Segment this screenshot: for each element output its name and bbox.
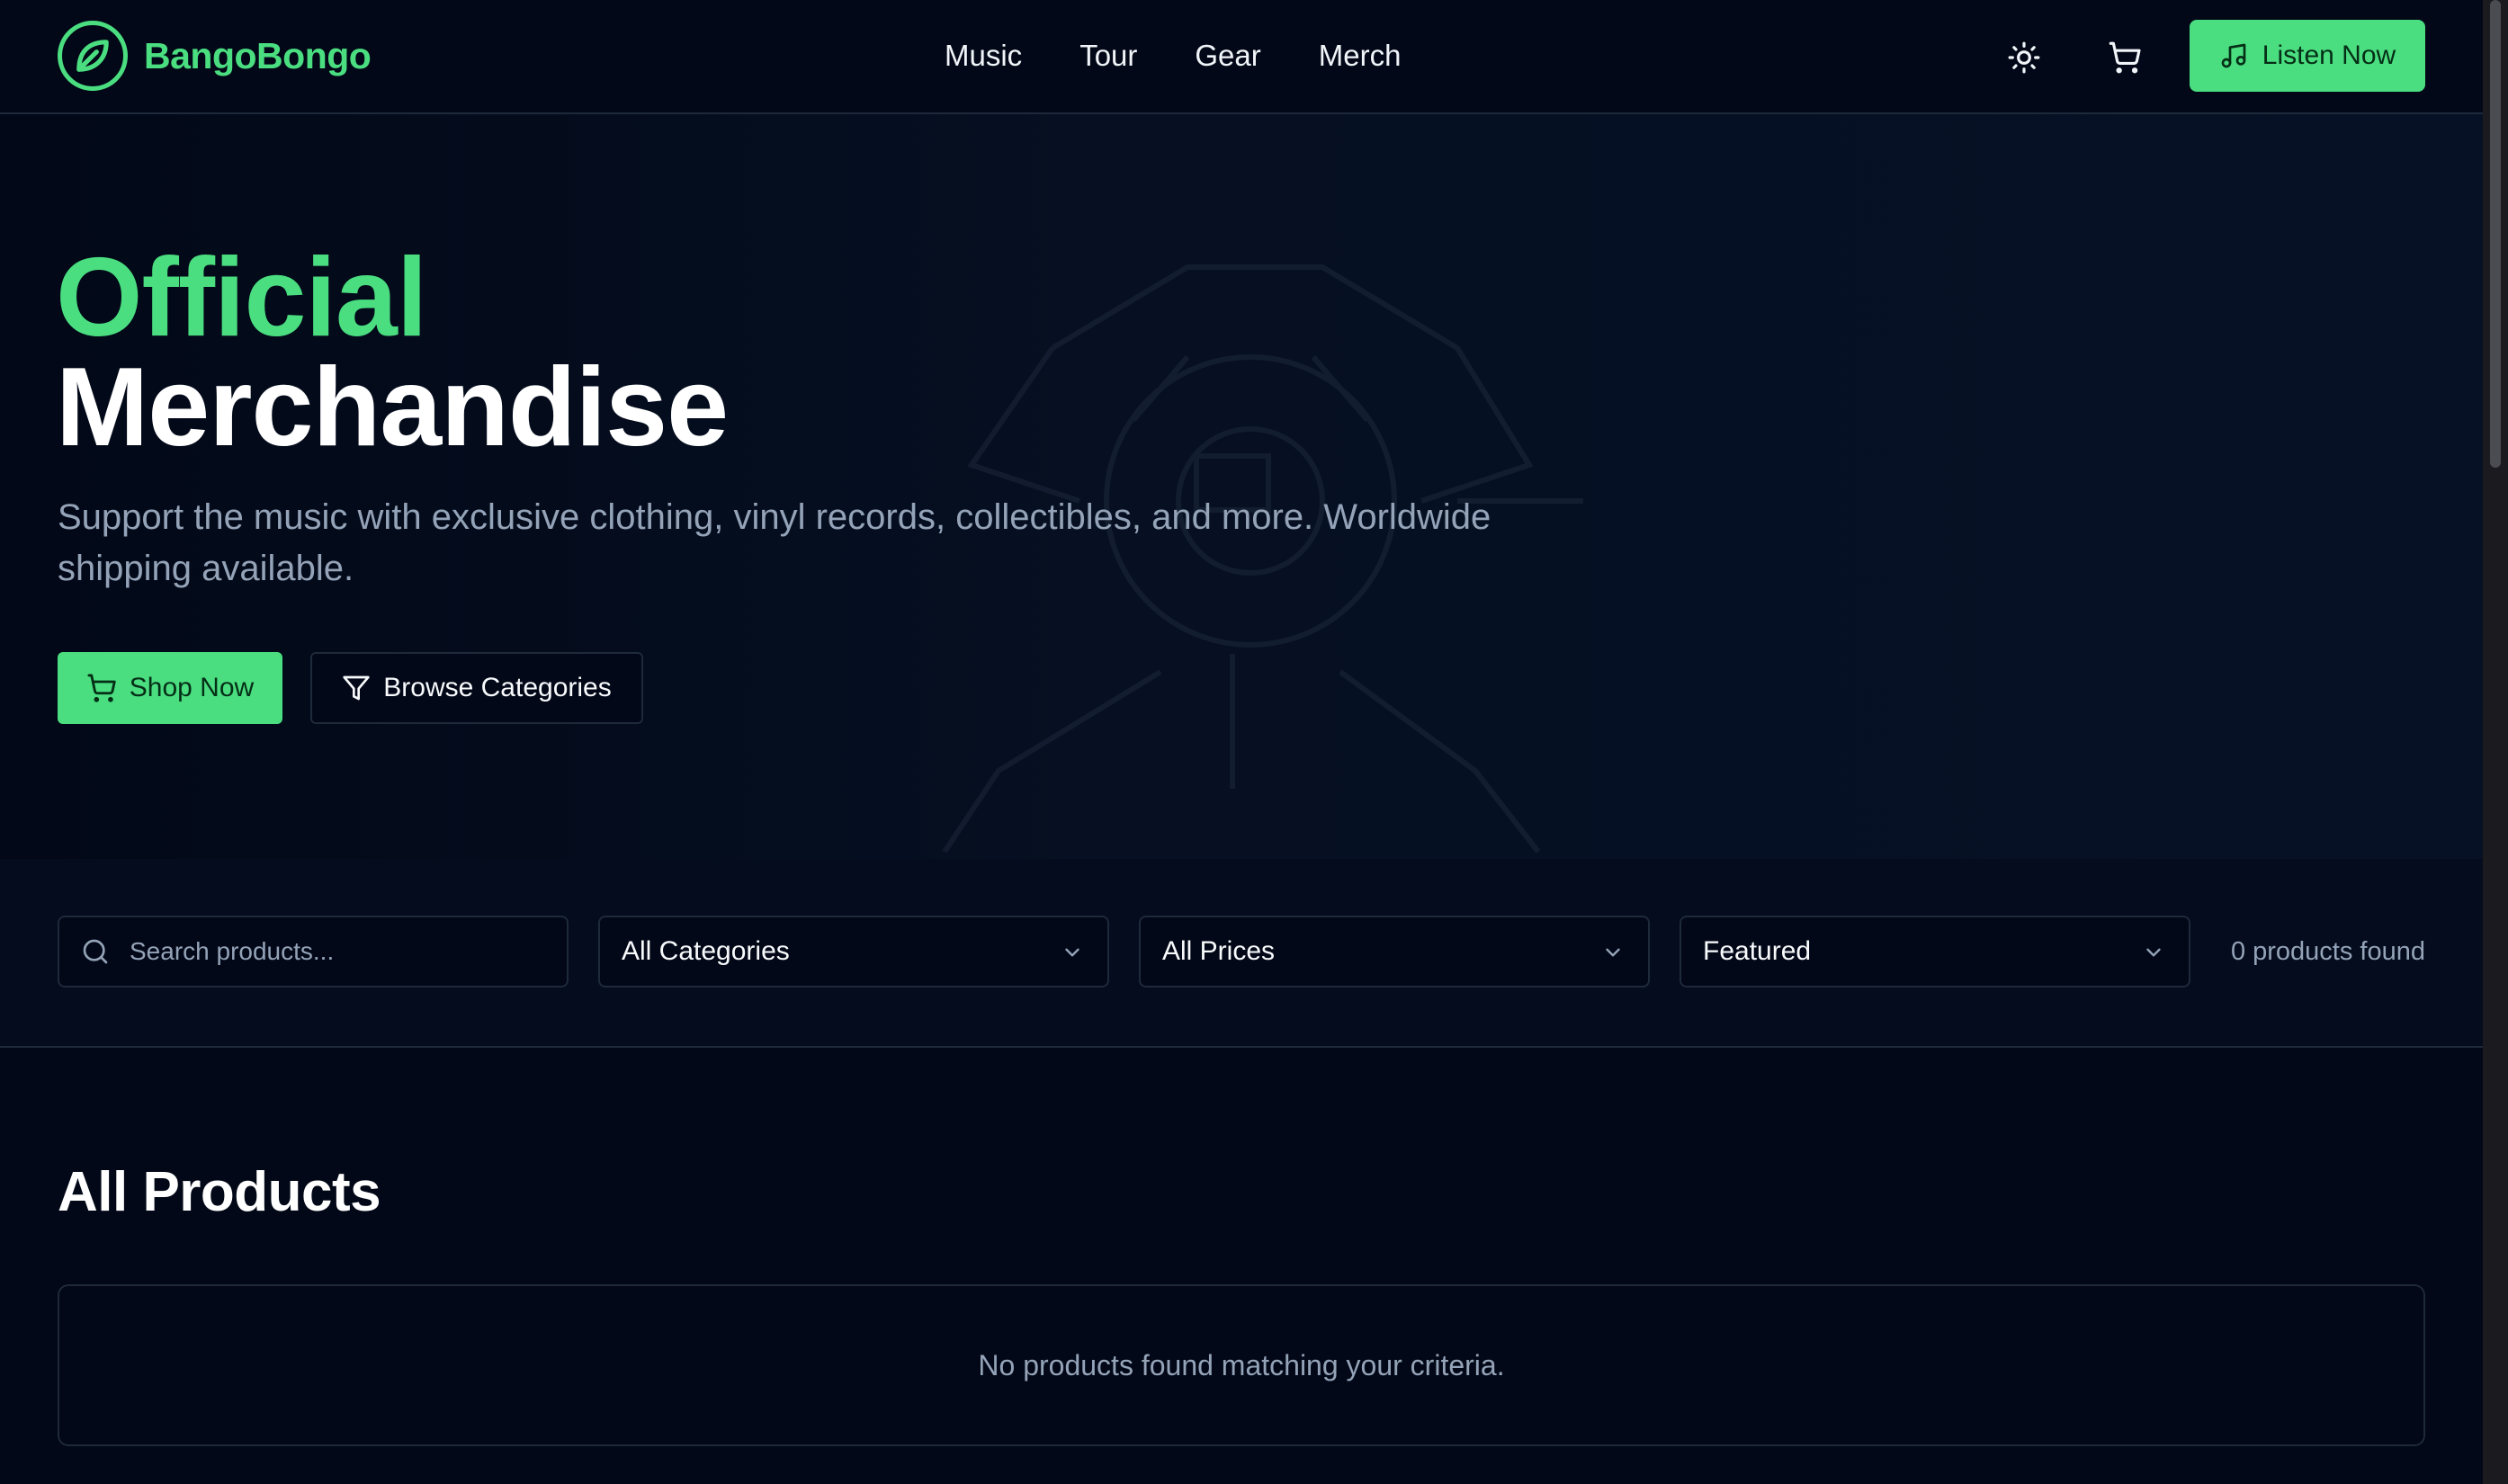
- theme-toggle-button[interactable]: [1995, 29, 2053, 86]
- shop-now-button[interactable]: Shop Now: [58, 652, 282, 724]
- page-scrollbar[interactable]: [2483, 0, 2508, 1484]
- hero-title: Official Merchandise: [56, 236, 729, 469]
- main-nav: Music Tour Gear Merch: [945, 0, 1458, 112]
- category-select[interactable]: All Categories: [598, 916, 1109, 988]
- music-note-icon: [2221, 43, 2246, 68]
- sort-select[interactable]: Featured: [1679, 916, 2190, 988]
- empty-state-card: No products found matching your criteria…: [58, 1284, 2425, 1446]
- brand-link[interactable]: BangoBongo: [58, 21, 372, 91]
- scrollbar-thumb[interactable]: [2490, 0, 2501, 468]
- nav-link-music[interactable]: Music: [945, 39, 1022, 73]
- nav-link-merch[interactable]: Merch: [1319, 39, 1402, 73]
- merch-page: BangoBongo Music Tour Gear Merch Listen …: [0, 0, 2508, 1484]
- price-select[interactable]: All Prices: [1139, 916, 1650, 988]
- products-section-title: All Products: [58, 1161, 381, 1223]
- nav-link-tour[interactable]: Tour: [1079, 39, 1137, 73]
- search-icon: [83, 939, 108, 964]
- nav-link-gear[interactable]: Gear: [1195, 39, 1260, 73]
- chevron-down-icon: [2146, 948, 2161, 957]
- sort-select-value: Featured: [1703, 936, 1812, 966]
- browse-categories-label: Browse Categories: [383, 673, 612, 702]
- sun-icon: [2008, 41, 2040, 74]
- leaf-circle-icon: [58, 21, 128, 91]
- price-select-value: All Prices: [1162, 936, 1276, 966]
- listen-now-label: Listen Now: [2262, 40, 2396, 70]
- hero-section: Official Merchandise Support the music w…: [0, 114, 2483, 859]
- category-select-value: All Categories: [622, 936, 790, 966]
- chevron-down-icon: [1065, 948, 1079, 957]
- chevron-down-icon: [1606, 948, 1620, 957]
- search-field[interactable]: [58, 916, 569, 988]
- result-count: 0 products found: [2230, 936, 2425, 966]
- shop-now-label: Shop Now: [129, 673, 255, 702]
- cart-icon: [2109, 41, 2141, 74]
- hero-title-main: Merchandise: [56, 345, 729, 469]
- site-header: BangoBongo Music Tour Gear Merch Listen …: [0, 0, 2483, 114]
- cart-icon: [87, 674, 116, 702]
- listen-now-button[interactable]: Listen Now: [2190, 20, 2425, 92]
- hero-subtitle: Support the music with exclusive clothin…: [58, 497, 1491, 588]
- browse-categories-button[interactable]: Browse Categories: [310, 652, 643, 724]
- search-input[interactable]: [130, 937, 543, 966]
- filter-bar: All Categories All Prices Featured 0 pro…: [0, 859, 2483, 1048]
- empty-state-message: No products found matching your criteria…: [978, 1348, 1505, 1381]
- filter-icon: [343, 675, 370, 701]
- hero-title-accent: Official: [56, 236, 427, 360]
- brand-name: BangoBongo: [144, 34, 372, 76]
- cart-button[interactable]: [2096, 29, 2154, 86]
